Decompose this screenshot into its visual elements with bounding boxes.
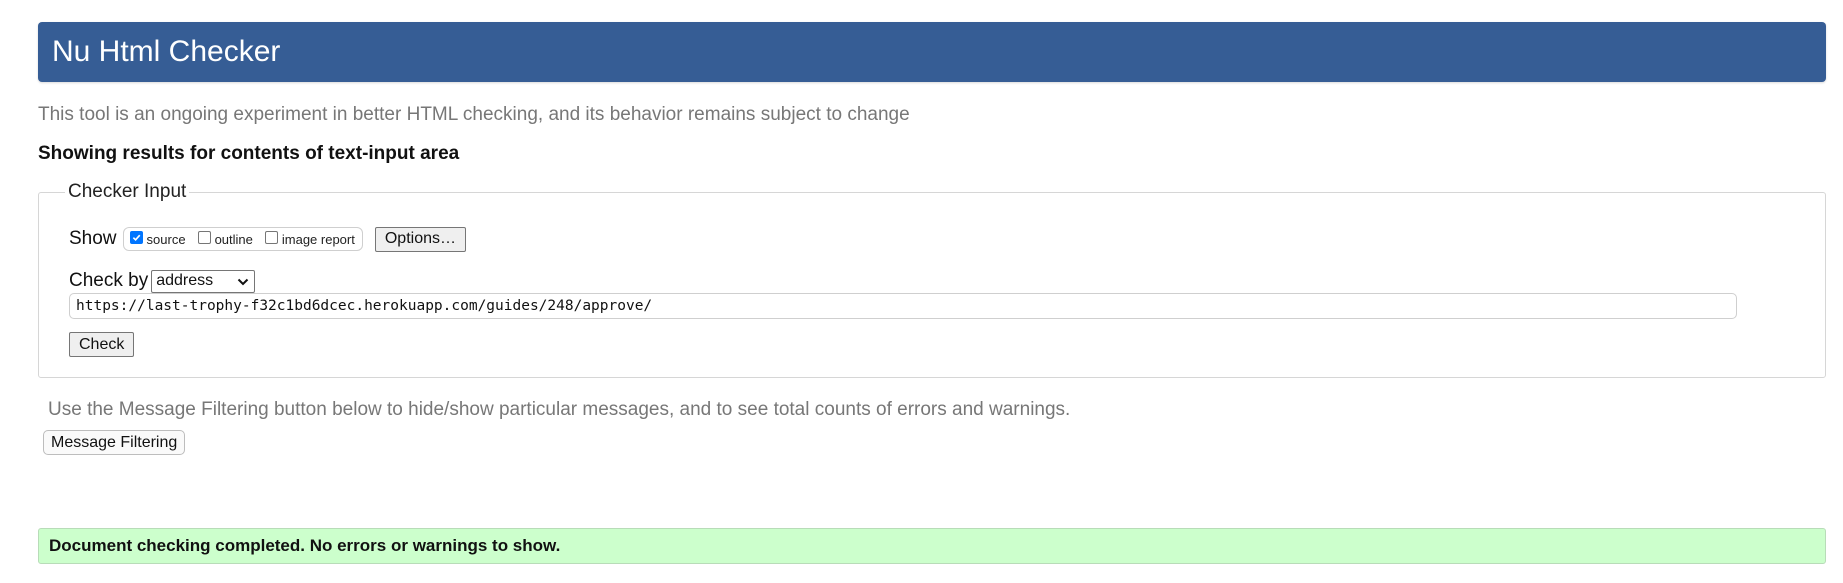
show-outline-option[interactable]: outline — [197, 230, 253, 247]
url-input[interactable]: https://last-trophy-f32c1bd6dcec.herokua… — [69, 293, 1737, 319]
results-heading: Showing results for contents of text-inp… — [38, 143, 460, 164]
source-option-label: source — [146, 231, 186, 247]
show-options-group: source outline image report — [122, 227, 363, 251]
source-checkbox[interactable] — [129, 230, 143, 244]
message-filtering-button[interactable]: Message Filtering — [43, 430, 186, 455]
options-button[interactable]: Options… — [374, 226, 466, 252]
show-image-report-option[interactable]: image report — [264, 230, 355, 247]
image-report-checkbox[interactable] — [264, 230, 278, 244]
chevron-down-icon — [237, 278, 249, 285]
outline-checkbox[interactable] — [197, 230, 211, 244]
checker-input-legend: Checker Input — [65, 181, 190, 203]
show-options-row: Show source outline image report Options… — [69, 225, 466, 253]
check-by-selected-value: address — [156, 272, 214, 289]
check-button[interactable]: Check — [69, 332, 135, 357]
check-by-row: Check by address — [69, 268, 256, 294]
intro-text: This tool is an ongoing experiment in be… — [38, 104, 910, 125]
show-label: Show — [69, 228, 117, 249]
message-filtering-hint: Use the Message Filtering button below t… — [48, 399, 1071, 420]
check-by-select[interactable]: address — [151, 269, 256, 293]
result-success-banner: Document checking completed. No errors o… — [38, 528, 1826, 564]
show-source-option[interactable]: source — [129, 230, 186, 247]
checkmark-icon — [132, 234, 140, 241]
checker-input-fieldset: Checker Input Show source outline image … — [38, 181, 1826, 378]
page: Nu Html Checker This tool is an ongoing … — [0, 0, 1843, 583]
page-title: Nu Html Checker — [52, 35, 281, 68]
check-by-label: Check by — [69, 270, 149, 291]
outline-option-label: outline — [214, 231, 253, 247]
header-banner: Nu Html Checker — [38, 22, 1826, 82]
image-report-option-label: image report — [281, 231, 355, 247]
